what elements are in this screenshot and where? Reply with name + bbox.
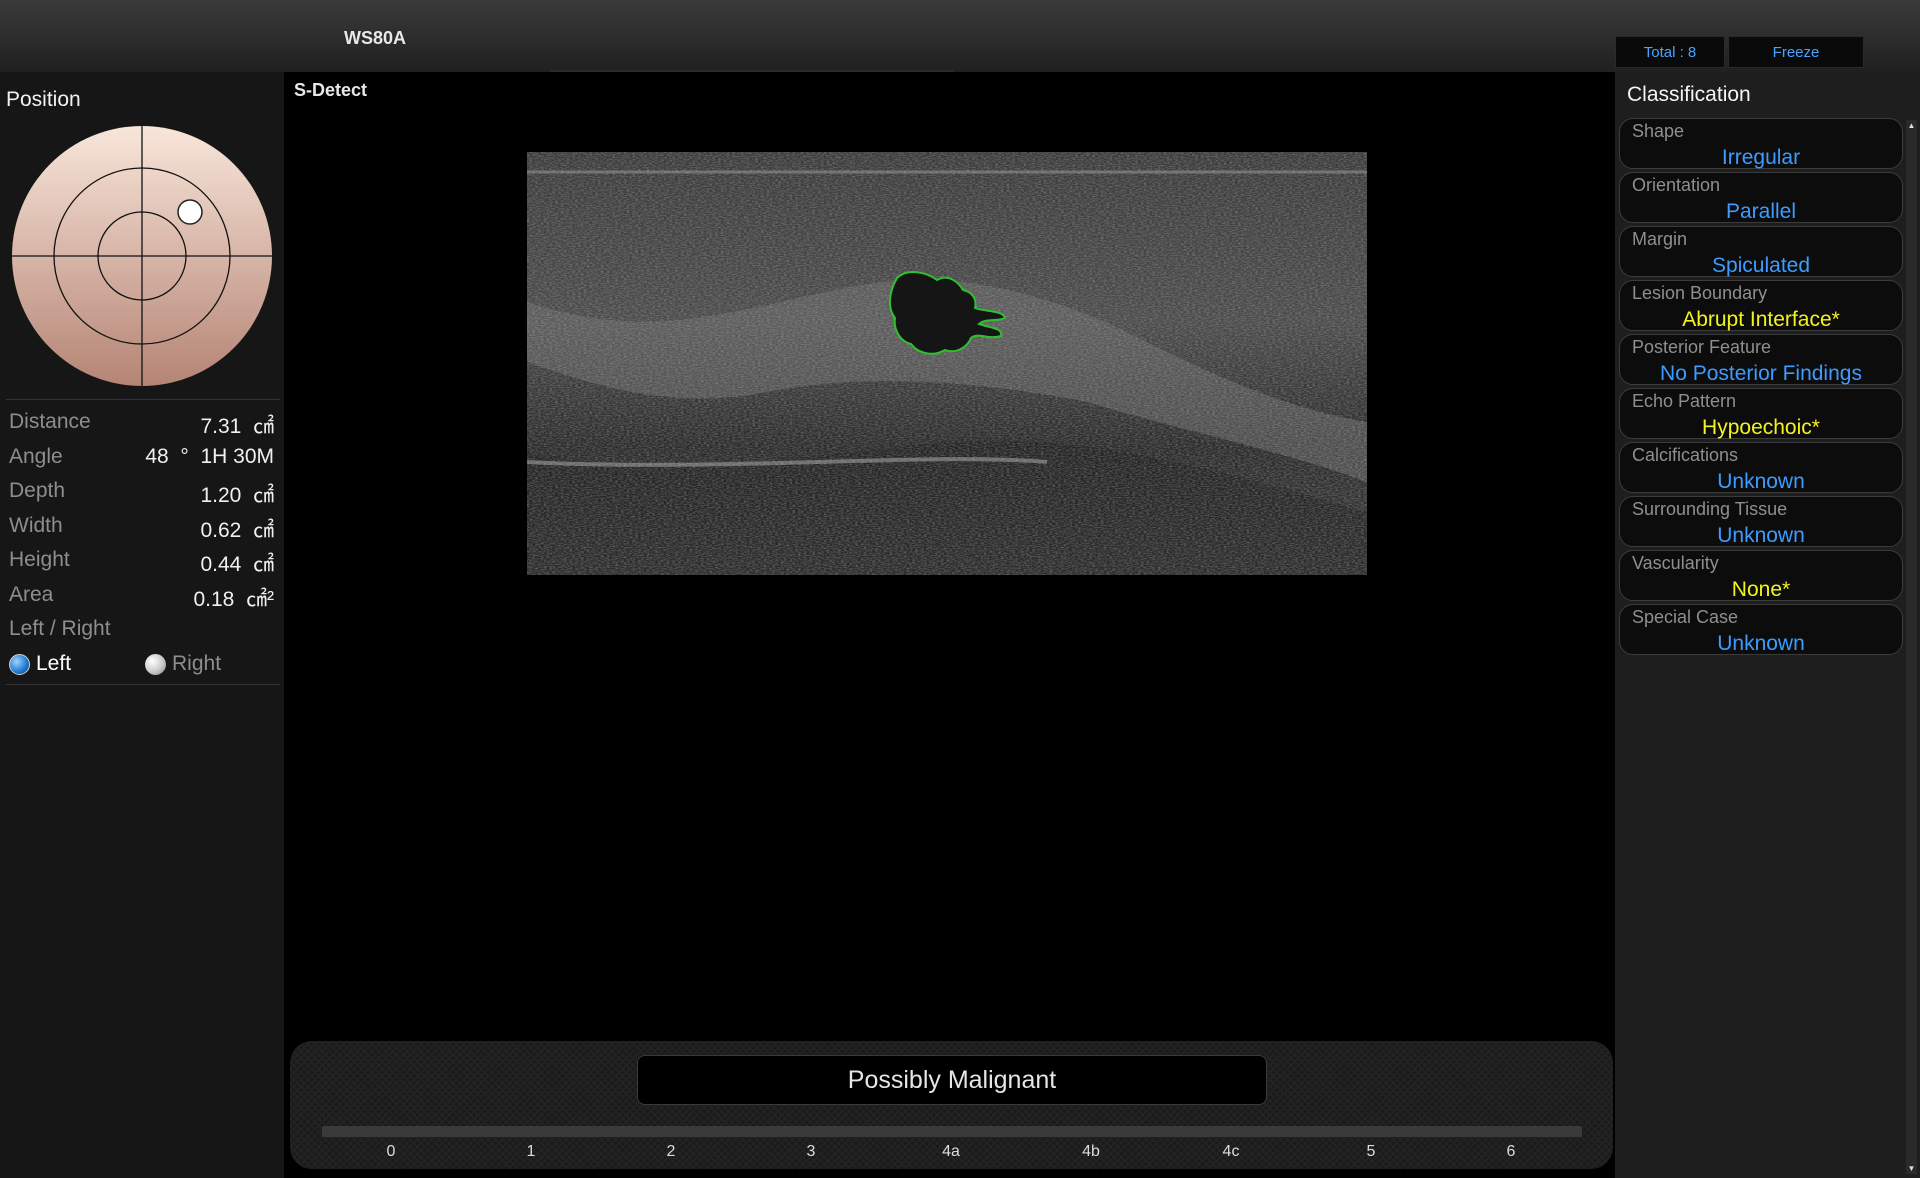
measurement-row-angle: Angle 48 ° 1H 30M xyxy=(0,445,284,475)
divider xyxy=(6,399,280,400)
birads-tick-label: 5 xyxy=(1366,1143,1376,1160)
measurement-value: 7.31 ㎠ xyxy=(200,415,274,438)
radio-unselected-icon xyxy=(145,653,166,675)
measurement-row-depth: Depth 1.20 ㎠ xyxy=(0,479,284,509)
scroll-up-arrow-icon[interactable]: ▲ xyxy=(1906,120,1917,131)
classification-vascularity[interactable]: Vascularity None* xyxy=(1619,550,1903,601)
result-panel: Possibly Malignant 0 1 2 3 4a 4b 4c 5 6 xyxy=(290,1041,1613,1169)
birads-tick-label: 4a xyxy=(942,1143,960,1160)
classification-value: Spiculated xyxy=(1711,254,1811,277)
speckle-texture xyxy=(527,152,1367,575)
s-detect-title: S-Detect xyxy=(294,80,368,100)
classification-label: Calcifications xyxy=(1632,445,1739,465)
measurement-row-height: Height 0.44 ㎠ xyxy=(0,548,284,578)
right-radio-button[interactable]: Right xyxy=(145,652,221,676)
classification-label: Surrounding Tissue xyxy=(1632,499,1788,519)
classification-margin[interactable]: Margin Spiculated xyxy=(1619,226,1903,277)
divider xyxy=(6,684,280,685)
right-radio-label: Right xyxy=(172,652,222,675)
classification-value: Unknown xyxy=(1717,524,1805,547)
measurement-label: Distance xyxy=(9,410,91,433)
classification-label: Orientation xyxy=(1632,175,1721,195)
measurement-value: 0.44 ㎠ xyxy=(200,553,274,576)
classification-scrollbar[interactable]: ▲ ▼ xyxy=(1906,120,1917,1174)
left-right-title: Left / Right xyxy=(9,617,111,640)
diagnosis-result: Possibly Malignant xyxy=(637,1055,1267,1105)
classification-lesion-boundary[interactable]: Lesion Boundary Abrupt Interface* xyxy=(1619,280,1903,331)
measurement-value: 0.18 ㎠² xyxy=(193,587,274,611)
classification-value: None* xyxy=(1731,578,1791,601)
classification-value: No Posterior Findings xyxy=(1660,362,1862,385)
birads-tick-label: 2 xyxy=(666,1143,676,1160)
classification-title: Classification xyxy=(1627,83,1751,106)
measurement-row-distance: Distance 7.31 ㎠ xyxy=(0,410,284,440)
measurement-row-width: Width 0.62 ㎠ xyxy=(0,514,284,544)
measurement-value: 0.62 ㎠ xyxy=(200,518,274,542)
measurement-label: Angle xyxy=(9,444,63,468)
classification-value: Irregular xyxy=(1721,146,1801,169)
lesion-position-marker[interactable] xyxy=(177,199,203,225)
total-button[interactable]: Total : 8 xyxy=(1615,36,1725,68)
scroll-down-arrow-icon[interactable]: ▼ xyxy=(1906,1163,1917,1174)
measurement-label: Area xyxy=(9,582,54,606)
ultrasound-image[interactable] xyxy=(527,152,1367,575)
classification-calcifications[interactable]: Calcifications Unknown xyxy=(1619,442,1903,493)
classification-echo-pattern[interactable]: Echo Pattern Hypoechoic* xyxy=(1619,388,1903,439)
classification-value: Hypoechoic* xyxy=(1702,416,1820,439)
classification-shape[interactable]: Shape Irregular xyxy=(1619,118,1903,169)
birads-tick-label: 4b xyxy=(1082,1143,1100,1160)
position-title: Position xyxy=(6,88,81,111)
measurement-row-area: Area 0.18 ㎠² xyxy=(0,583,284,613)
measurement-label: Depth xyxy=(9,479,66,502)
birads-scale-bar xyxy=(322,1126,1582,1137)
classification-special-case[interactable]: Special Case Unknown xyxy=(1619,604,1903,655)
classification-label: Shape xyxy=(1632,121,1685,141)
device-model-label: WS80A xyxy=(344,28,407,48)
classification-label: Posterior Feature xyxy=(1632,337,1772,357)
measurement-label: Width xyxy=(9,513,63,537)
left-radio-label: Left xyxy=(36,652,72,675)
birads-tick-label: 0 xyxy=(386,1143,396,1160)
freeze-button[interactable]: Freeze xyxy=(1728,36,1864,68)
birads-tick-label: 4c xyxy=(1222,1143,1240,1160)
measurement-value: 1.20 ㎠ xyxy=(200,484,274,507)
classification-label: Special Case xyxy=(1632,607,1739,627)
classification-surrounding-tissue[interactable]: Surrounding Tissue Unknown xyxy=(1619,496,1903,547)
birads-tick-label: 6 xyxy=(1506,1143,1516,1160)
classification-posterior-feature[interactable]: Posterior Feature No Posterior Findings xyxy=(1619,334,1903,385)
radio-selected-icon xyxy=(9,653,30,675)
measurement-label: Height xyxy=(9,548,70,571)
classification-label: Vascularity xyxy=(1632,553,1719,573)
classification-label: Lesion Boundary xyxy=(1632,283,1768,303)
classification-value: Unknown xyxy=(1717,470,1805,493)
classification-label: Margin xyxy=(1632,229,1688,249)
classification-value: Parallel xyxy=(1725,200,1797,223)
breast-position-diagram[interactable] xyxy=(10,124,274,388)
birads-tick-label: 1 xyxy=(526,1143,536,1160)
position-panel: Position Distance 7.31 ㎠ Angle 48 ° 1H 30M D… xyxy=(0,72,284,1178)
measurement-value: 48 ° 1H 30M xyxy=(145,444,274,468)
classification-value: Unknown xyxy=(1717,632,1805,655)
classification-orientation[interactable]: Orientation Parallel xyxy=(1619,172,1903,223)
left-radio-button[interactable]: Left xyxy=(9,652,71,676)
classification-value: Abrupt Interface* xyxy=(1682,308,1840,331)
birads-tick-label: 3 xyxy=(806,1143,816,1160)
classification-label: Echo Pattern xyxy=(1632,391,1737,411)
top-divider xyxy=(550,70,954,72)
top-bar: WS80A Total : 8 Freeze xyxy=(0,0,1920,72)
classification-panel: Classification Shape Irregular Orientation… xyxy=(1615,72,1920,1178)
